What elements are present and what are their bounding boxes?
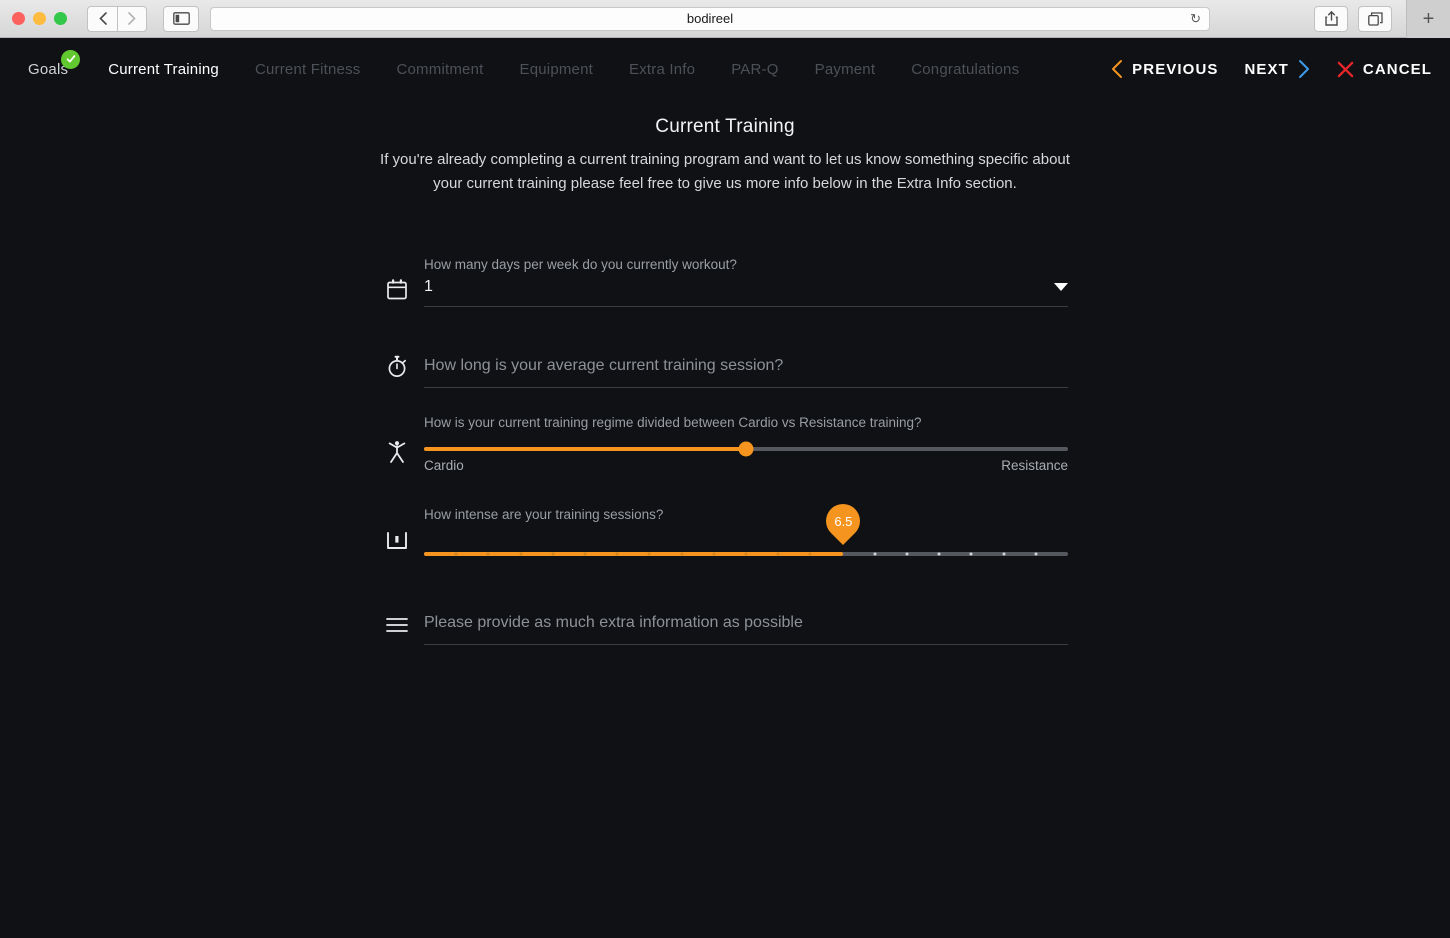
- tabs-icon: [1367, 11, 1383, 26]
- browser-nav-group: [87, 5, 147, 32]
- step-payment[interactable]: Payment: [797, 61, 894, 78]
- cancel-button[interactable]: CANCEL: [1337, 61, 1432, 78]
- chevron-down-icon: [1054, 283, 1068, 291]
- share-button[interactable]: [1314, 5, 1348, 32]
- forward-button[interactable]: [117, 5, 147, 32]
- step-label: Current Fitness: [254, 60, 361, 78]
- step-congratulations[interactable]: Congratulations: [893, 61, 1037, 78]
- page-heading: Current Training: [655, 116, 795, 137]
- step-complete-check-icon: [61, 49, 81, 69]
- app-root: Goals Current Training Current Fitness C…: [0, 38, 1450, 938]
- step-label: PAR-Q: [731, 60, 779, 78]
- page-content: Current Training If you're already compl…: [0, 100, 1450, 645]
- step-equipment[interactable]: Equipment: [502, 61, 612, 78]
- stopwatch-icon: [382, 351, 412, 381]
- chevron-left-icon: [1112, 60, 1123, 78]
- cardio-resistance-slider[interactable]: [424, 441, 1068, 457]
- field-label: How is your current training regime divi…: [424, 415, 922, 430]
- intensity-slider[interactable]: 6.5: [424, 496, 1068, 556]
- back-button[interactable]: [87, 5, 117, 32]
- slider-end-labels: Cardio Resistance: [424, 458, 1068, 473]
- window-controls[interactable]: [0, 12, 67, 25]
- intensity-value: 6.5: [833, 513, 852, 529]
- new-tab-button[interactable]: +: [1406, 0, 1450, 38]
- days-per-week-select[interactable]: 1: [424, 274, 1068, 300]
- bar-chart-icon: [382, 525, 412, 555]
- step-current-fitness[interactable]: Current Fitness: [237, 61, 379, 78]
- step-extra-info[interactable]: Extra Info: [611, 61, 713, 78]
- extra-info-input[interactable]: Please provide as much extra information…: [424, 608, 1068, 638]
- minimize-window-button[interactable]: [33, 12, 46, 25]
- sidebar-icon: [172, 12, 190, 25]
- reload-button[interactable]: ↻: [1190, 11, 1201, 27]
- calendar-icon: [382, 274, 412, 304]
- share-icon: [1324, 11, 1338, 26]
- menu-lines-icon: [382, 610, 412, 640]
- field-cardio-resistance: How is your current training regime divi…: [382, 414, 1068, 473]
- step-label: Congratulations: [911, 60, 1020, 78]
- current-training-form: How many days per week do you currently …: [382, 256, 1068, 645]
- slider-right-label: Resistance: [1001, 458, 1068, 473]
- selected-value: 1: [424, 278, 433, 295]
- cancel-label: CANCEL: [1362, 60, 1432, 78]
- step-current-training[interactable]: Current Training: [90, 61, 237, 78]
- page-title-text: bodireel: [686, 11, 734, 26]
- maximize-window-button[interactable]: [54, 12, 67, 25]
- field-intensity: How intense are your training sessions? …: [382, 495, 1068, 556]
- wizard-steps: Goals Current Training Current Fitness C…: [16, 49, 1037, 78]
- wizard-nav-actions: PREVIOUS NEXT CANCEL: [1110, 59, 1432, 79]
- step-goals[interactable]: Goals: [16, 49, 90, 78]
- close-window-button[interactable]: [12, 12, 25, 25]
- tabs-overview-button[interactable]: [1358, 5, 1392, 32]
- browser-chrome: bodireel ↻ +: [0, 0, 1450, 38]
- person-icon: [382, 438, 412, 468]
- slider-thumb[interactable]: [738, 441, 754, 457]
- step-label: Extra Info: [629, 60, 696, 78]
- field-label: How intense are your training sessions?: [424, 507, 664, 522]
- slider-fill: [424, 447, 746, 451]
- field-underline: [424, 306, 1068, 307]
- chevron-right-icon: [128, 12, 136, 25]
- chevron-right-icon: [1298, 60, 1309, 78]
- browser-tools: [1314, 5, 1392, 32]
- step-par-q[interactable]: PAR-Q: [713, 61, 796, 78]
- previous-label: PREVIOUS: [1132, 60, 1219, 78]
- field-underline: [424, 644, 1068, 645]
- previous-button[interactable]: PREVIOUS: [1110, 59, 1218, 79]
- field-underline: [424, 387, 1068, 388]
- field-session-length: How long is your average current trainin…: [382, 351, 1068, 388]
- step-label: Commitment: [396, 60, 484, 78]
- slider-left-label: Cardio: [424, 458, 464, 473]
- step-label: Current Training: [108, 60, 219, 78]
- field-extra-info: Please provide as much extra information…: [382, 608, 1068, 645]
- next-button[interactable]: NEXT: [1244, 59, 1310, 79]
- page-description: If you're already completing a current t…: [380, 151, 1070, 192]
- field-label: How many days per week do you currently …: [424, 257, 737, 272]
- field-days-per-week: How many days per week do you currently …: [382, 256, 1068, 307]
- next-label: NEXT: [1244, 60, 1289, 78]
- close-icon: [1337, 61, 1354, 77]
- wizard-header: Goals Current Training Current Fitness C…: [0, 38, 1450, 100]
- chevron-left-icon: [98, 12, 107, 25]
- new-tab-label: +: [1422, 7, 1435, 30]
- step-label: Equipment: [519, 60, 594, 78]
- sidebar-toggle-button[interactable]: [163, 5, 199, 32]
- session-length-input[interactable]: How long is your average current trainin…: [424, 351, 1068, 381]
- step-commitment[interactable]: Commitment: [378, 61, 501, 78]
- step-label: Payment: [814, 60, 876, 78]
- address-bar[interactable]: bodireel ↻: [210, 6, 1210, 31]
